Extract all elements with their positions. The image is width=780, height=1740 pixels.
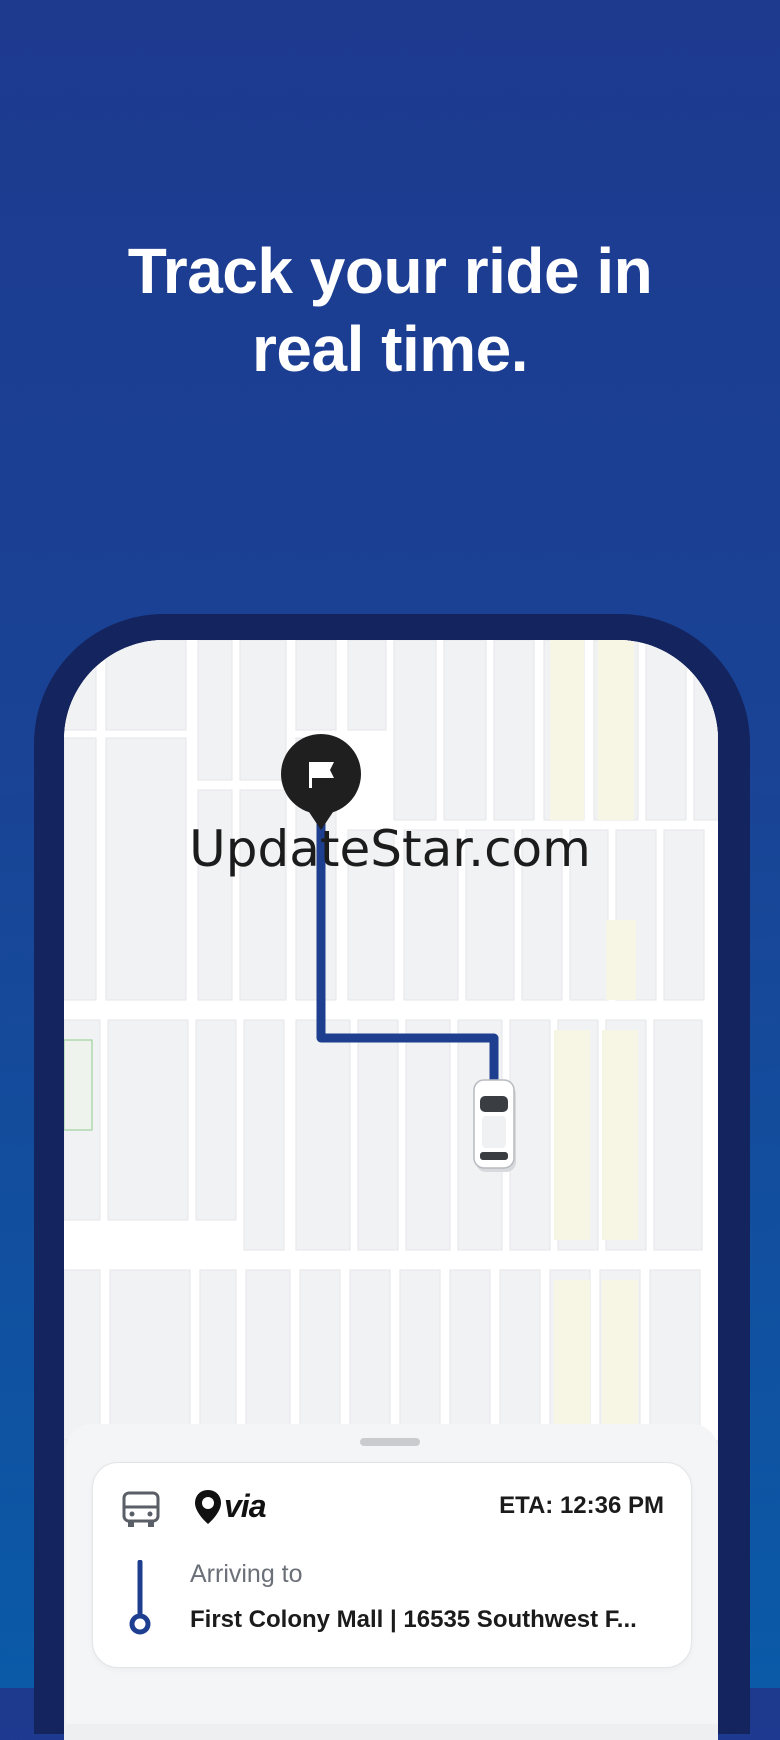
destination-address: First Colony Mall | 16535 Southwest F...	[190, 1606, 637, 1633]
bus-icon	[122, 1491, 160, 1527]
arriving-label: Arriving to	[190, 1560, 303, 1588]
watermark: UpdateStar.com	[189, 820, 591, 878]
car-icon[interactable]	[473, 1079, 516, 1172]
route-line-icon	[129, 1560, 151, 1635]
sheet-drag-handle[interactable]	[360, 1438, 420, 1446]
headline: Track your ride in real time.	[127, 235, 653, 385]
via-logo-icon	[195, 1490, 221, 1524]
brand-logo-text: via	[224, 1488, 266, 1524]
map[interactable]	[64, 640, 718, 1440]
eta-label: ETA: 12:36 PM	[499, 1492, 664, 1519]
